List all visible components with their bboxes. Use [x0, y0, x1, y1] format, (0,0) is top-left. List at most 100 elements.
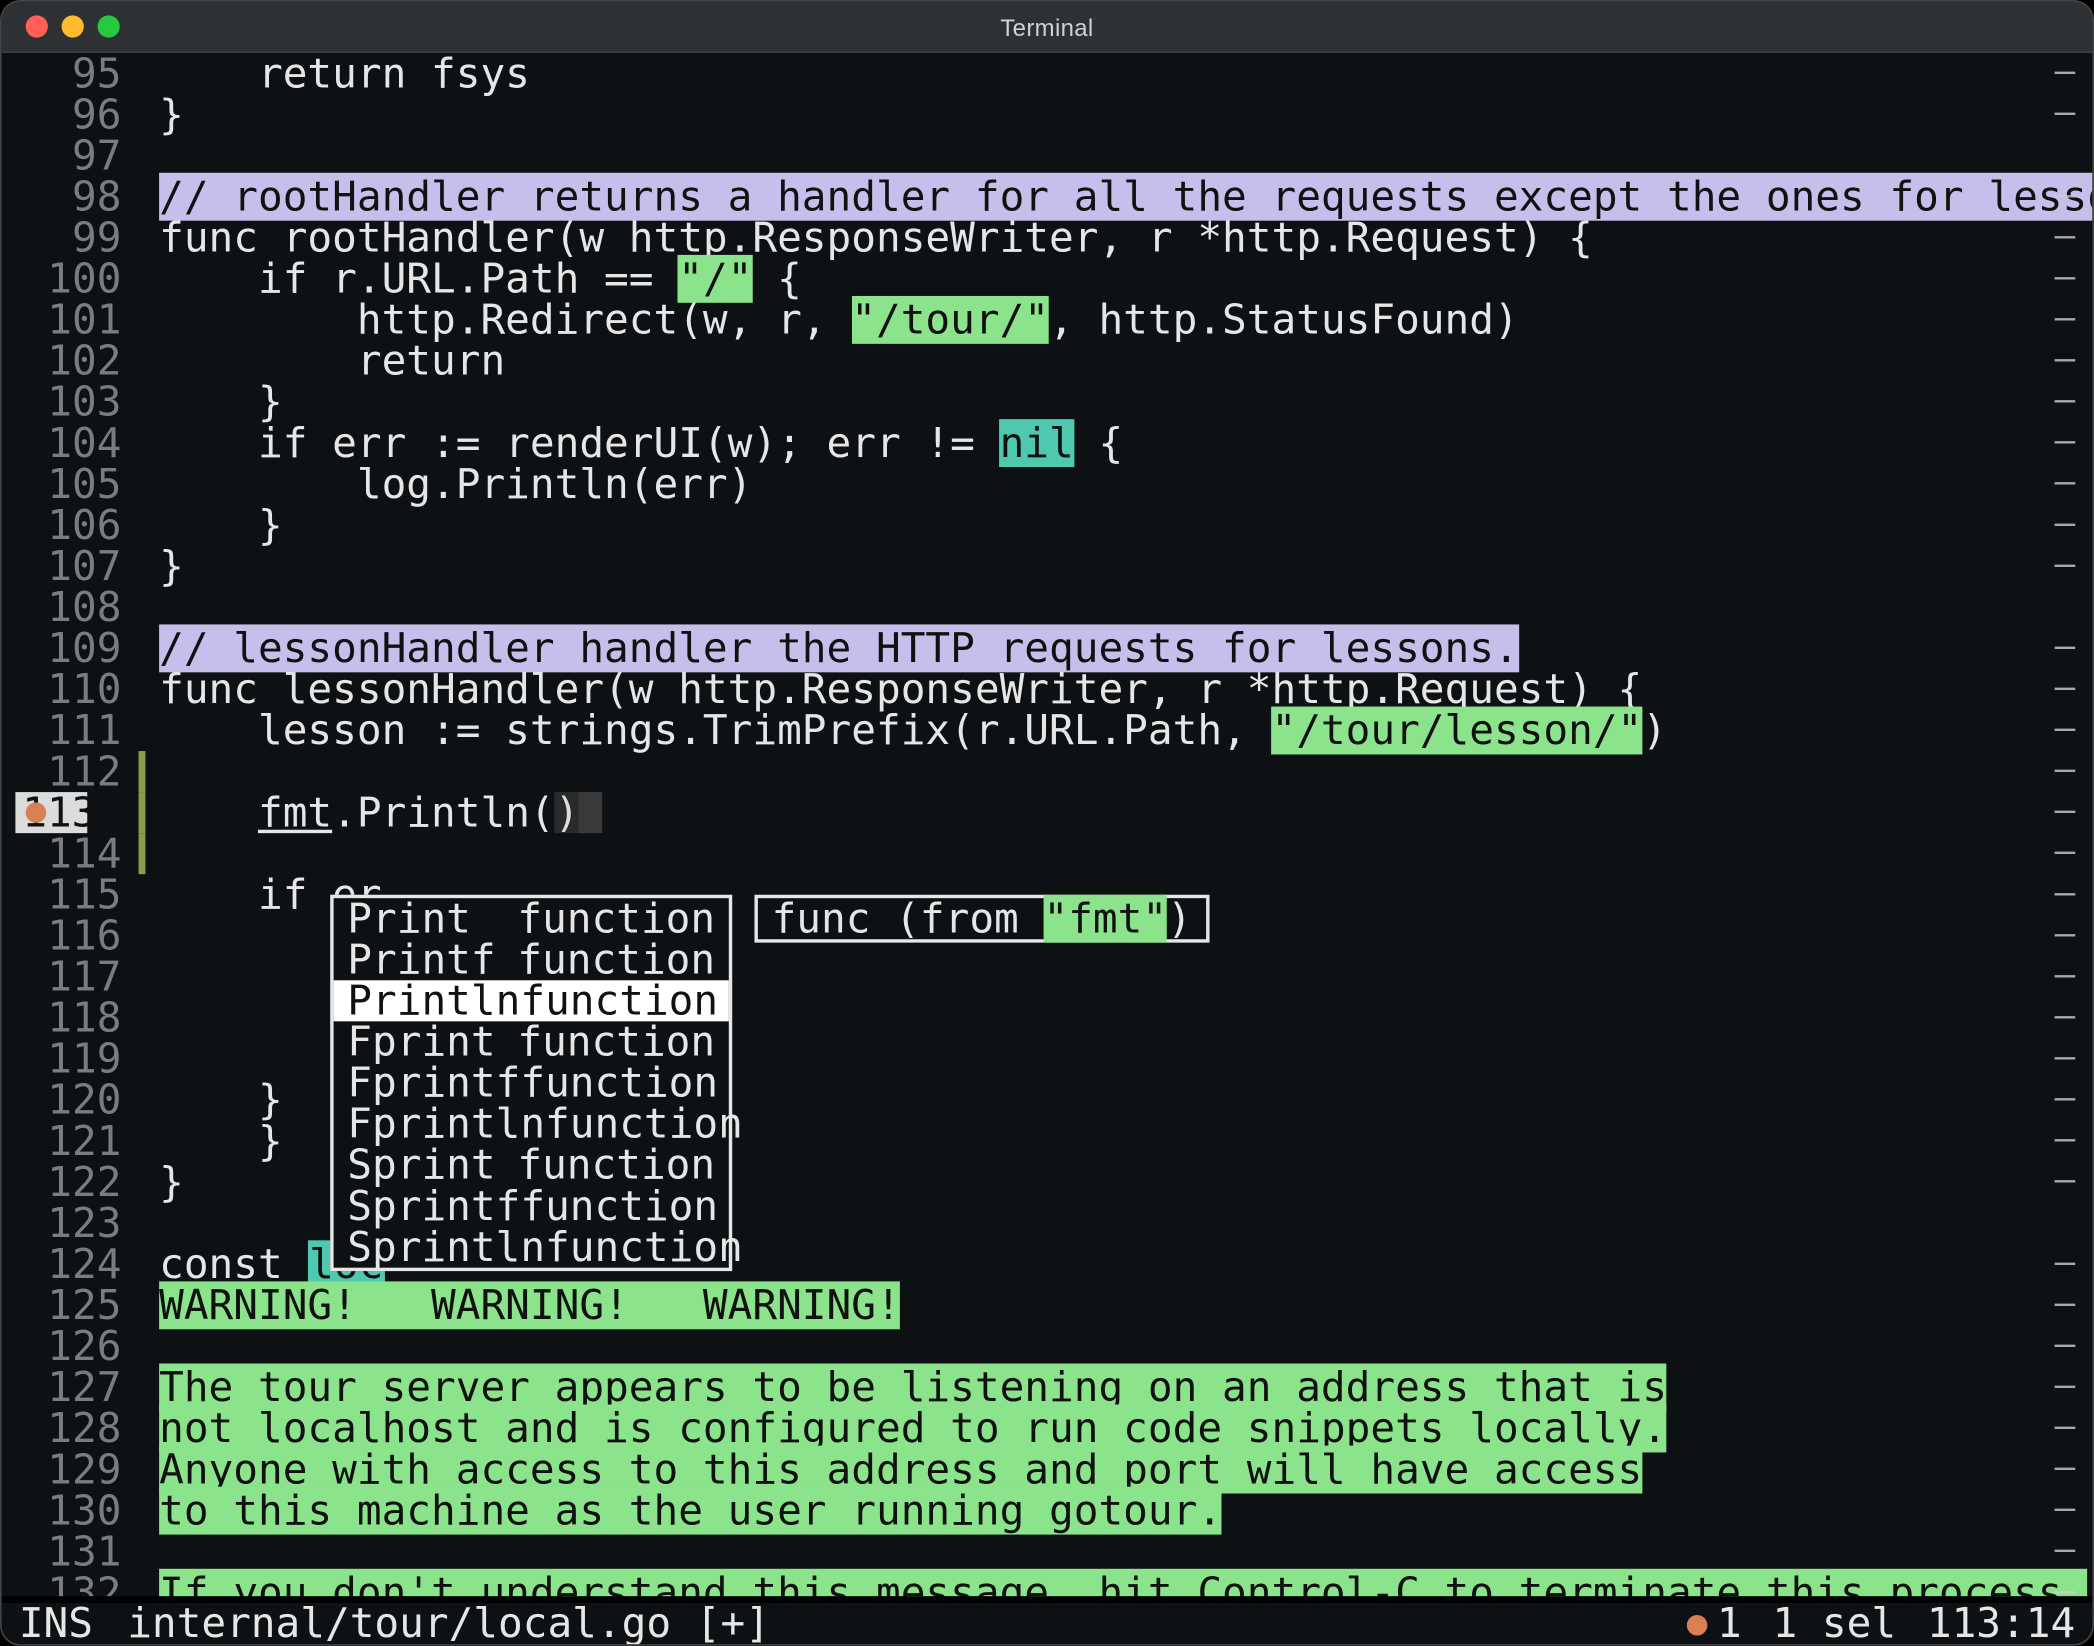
fold-marker[interactable]: – — [2055, 1367, 2076, 1401]
fold-marker[interactable]: – — [2055, 176, 2076, 210]
code-row[interactable]: 127The tour server appears to be listeni… — [2, 1367, 2093, 1408]
code-row[interactable]: 107}– — [2, 546, 2093, 587]
fold-marker[interactable]: – — [2055, 1244, 2076, 1278]
code-line[interactable]: not localhost and is configured to run c… — [159, 1408, 2041, 1449]
fold-marker[interactable]: – — [2055, 792, 2076, 826]
code-row[interactable]: 110func lessonHandler(w http.ResponseWri… — [2, 669, 2093, 710]
completion-item[interactable]: Sprintlnfunction — [334, 1227, 729, 1268]
code-row[interactable]: 100 if r.URL.Path == "/" {– — [2, 258, 2093, 299]
code-line[interactable]: } — [159, 546, 2041, 587]
code-row[interactable]: 111 lesson := strings.TrimPrefix(r.URL.P… — [2, 710, 2093, 751]
code-line[interactable]: Anyone with access to this address and p… — [159, 1449, 2041, 1490]
code-line[interactable]: func lessonHandler(w http.ResponseWriter… — [159, 669, 2041, 710]
code-row[interactable]: 119– — [2, 1038, 2093, 1079]
code-row[interactable]: 113 fmt.Println() – — [2, 792, 2093, 833]
completion-item[interactable]: Printfunction — [334, 898, 729, 939]
code-row[interactable]: 109// lessonHandler handler the HTTP req… — [2, 628, 2093, 669]
code-line[interactable] — [159, 1531, 2041, 1572]
code-line[interactable]: if err := renderUI(w); err != nil { — [159, 423, 2041, 464]
code-row[interactable]: 95 return fsys– — [2, 53, 2093, 94]
code-row[interactable]: 106 }– — [2, 505, 2093, 546]
code-row[interactable]: 97 — [2, 135, 2093, 176]
fold-marker[interactable]: – — [2055, 1490, 2076, 1524]
code-line[interactable]: func rootHandler(w http.ResponseWriter, … — [159, 217, 2041, 258]
code-row[interactable]: 129Anyone with access to this address an… — [2, 1449, 2093, 1490]
fold-marker[interactable]: – — [2055, 299, 2076, 333]
code-line[interactable]: The tour server appears to be listening … — [159, 1367, 2041, 1408]
code-row[interactable]: 99func rootHandler(w http.ResponseWriter… — [2, 217, 2093, 258]
code-row[interactable]: 103 }– — [2, 382, 2093, 423]
completion-item[interactable]: Printffunction — [334, 939, 729, 980]
code-line[interactable]: fmt.Println() — [159, 792, 2041, 833]
code-row[interactable]: 122}– — [2, 1162, 2093, 1203]
code-line[interactable]: WARNING! WARNING! WARNING! — [159, 1285, 2041, 1326]
fold-marker[interactable]: – — [2055, 751, 2076, 785]
code-line[interactable] — [159, 587, 2041, 628]
code-row[interactable]: 102 return– — [2, 340, 2093, 381]
fold-marker[interactable]: – — [2055, 1162, 2076, 1196]
completion-item[interactable]: Sprintfunction — [334, 1145, 729, 1186]
code-line[interactable]: lesson := strings.TrimPrefix(r.URL.Path,… — [159, 710, 2041, 751]
code-line[interactable]: return fsys — [159, 53, 2041, 94]
code-row[interactable]: 114– — [2, 833, 2093, 874]
code-row[interactable]: 112– — [2, 751, 2093, 792]
code-row[interactable]: 124const loc– — [2, 1244, 2093, 1285]
fold-marker[interactable]: – — [2055, 464, 2076, 498]
fold-marker[interactable]: – — [2055, 956, 2076, 990]
code-row[interactable]: 125WARNING! WARNING! WARNING!– — [2, 1285, 2093, 1326]
code-line[interactable]: } — [159, 505, 2041, 546]
code-line[interactable]: // lessonHandler handler the HTTP reques… — [159, 628, 2041, 669]
fold-marker[interactable]: – — [2055, 997, 2076, 1031]
fold-marker[interactable]: – — [2055, 1080, 2076, 1114]
fold-marker[interactable]: – — [2055, 669, 2076, 703]
fold-marker[interactable]: – — [2055, 505, 2076, 539]
fold-marker[interactable]: – — [2055, 340, 2076, 374]
fold-marker[interactable]: – — [2055, 217, 2076, 251]
code-line[interactable]: } — [159, 382, 2041, 423]
breakpoint-icon[interactable] — [26, 802, 47, 823]
code-row[interactable]: 131– — [2, 1531, 2093, 1572]
completion-popup[interactable]: PrintfunctionPrintffunctionPrintlnfuncti… — [330, 895, 732, 1271]
fold-marker[interactable]: – — [2055, 710, 2076, 744]
code-row[interactable]: 108 — [2, 587, 2093, 628]
editor-area[interactable]: 95 return fsys–96}–9798// rootHandler re… — [2, 53, 2093, 1613]
fold-marker[interactable]: – — [2055, 94, 2076, 128]
titlebar[interactable]: Terminal — [2, 2, 2093, 53]
code-row[interactable]: 96}– — [2, 94, 2093, 135]
code-row[interactable]: 128not localhost and is configured to ru… — [2, 1408, 2093, 1449]
fold-marker[interactable]: – — [2055, 53, 2076, 87]
code-line[interactable]: to this machine as the user running goto… — [159, 1490, 2041, 1531]
fold-marker[interactable]: – — [2055, 1408, 2076, 1442]
fold-marker[interactable]: – — [2055, 874, 2076, 908]
fold-marker[interactable]: – — [2055, 1326, 2076, 1360]
code-row[interactable]: 104 if err := renderUI(w); err != nil {– — [2, 423, 2093, 464]
code-line[interactable]: if r.URL.Path == "/" { — [159, 258, 2041, 299]
code-line[interactable] — [159, 833, 2041, 874]
completion-item[interactable]: Sprintffunction — [334, 1186, 729, 1227]
fold-marker[interactable]: – — [2055, 258, 2076, 292]
code-row[interactable]: 117– — [2, 956, 2093, 997]
code-line[interactable]: http.Redirect(w, r, "/tour/", http.Statu… — [159, 299, 2041, 340]
completion-item[interactable]: Fprintlnfunction — [334, 1103, 729, 1144]
fold-marker[interactable]: – — [2055, 1038, 2076, 1072]
fold-marker[interactable]: – — [2055, 546, 2076, 580]
code-row[interactable]: 105 log.Println(err)– — [2, 464, 2093, 505]
completion-item[interactable]: Fprintfunction — [334, 1021, 729, 1062]
code-row[interactable]: 101 http.Redirect(w, r, "/tour/", http.S… — [2, 299, 2093, 340]
code-line[interactable]: } — [159, 94, 2041, 135]
code-line[interactable] — [159, 135, 2041, 176]
code-row[interactable]: 130to this machine as the user running g… — [2, 1490, 2093, 1531]
fold-marker[interactable]: – — [2055, 423, 2076, 457]
fold-marker[interactable]: – — [2055, 1531, 2076, 1565]
fold-marker[interactable]: – — [2055, 915, 2076, 949]
fold-marker[interactable]: – — [2055, 1285, 2076, 1319]
code-row[interactable]: 121 }– — [2, 1121, 2093, 1162]
code-row[interactable]: 123 — [2, 1203, 2093, 1244]
fold-marker[interactable]: – — [2055, 833, 2076, 867]
fold-marker[interactable]: – — [2055, 1449, 2076, 1483]
code-row[interactable]: 118 }– — [2, 997, 2093, 1038]
code-row[interactable]: 126– — [2, 1326, 2093, 1367]
code-row[interactable]: 120 }– — [2, 1080, 2093, 1121]
code-line[interactable]: return — [159, 340, 2041, 381]
fold-marker[interactable]: – — [2055, 1121, 2076, 1155]
